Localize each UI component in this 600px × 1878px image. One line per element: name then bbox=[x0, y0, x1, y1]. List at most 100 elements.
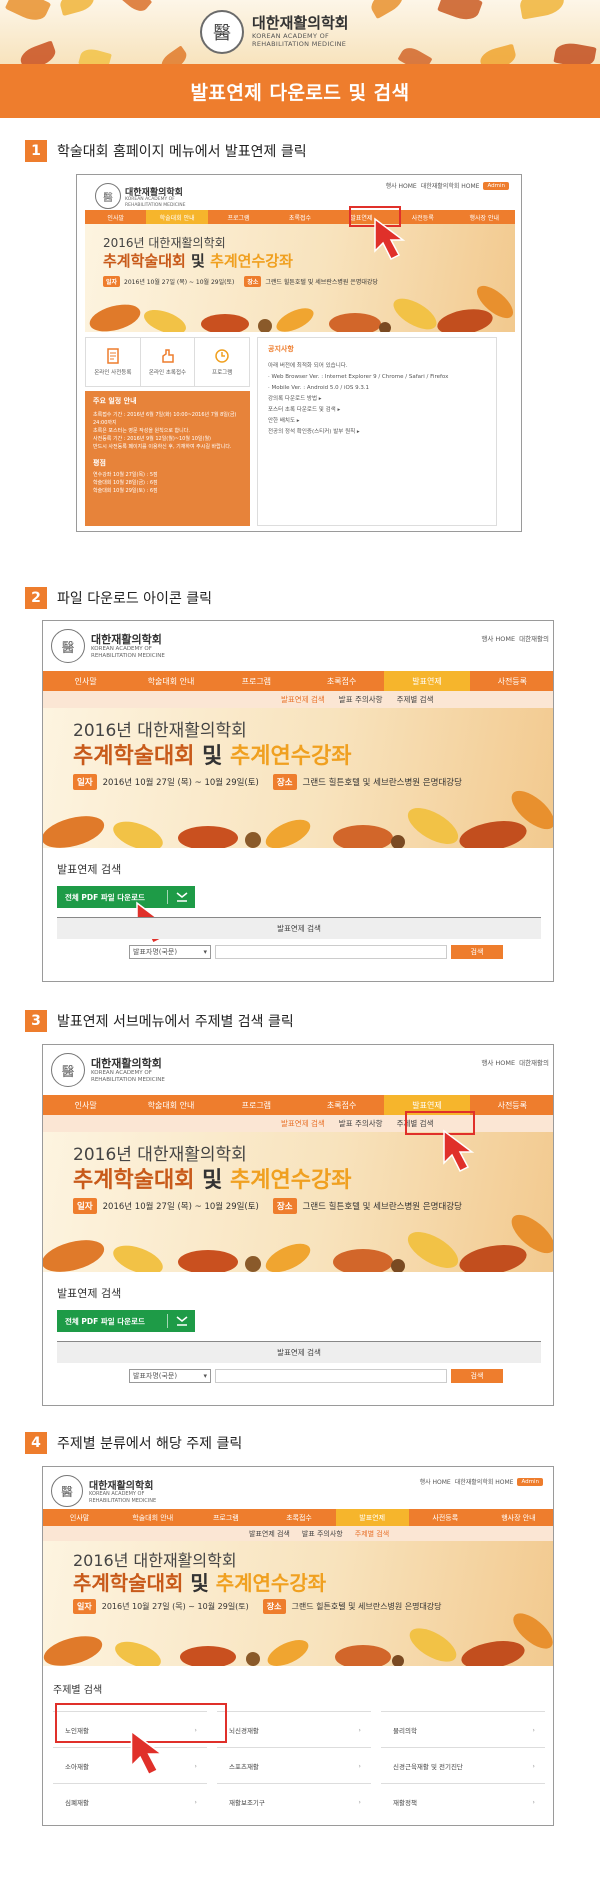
step-1: 1 학술대회 홈페이지 메뉴에서 발표연제 클릭 bbox=[25, 140, 307, 162]
notice-item: · Web Browser Ver. : Internet Explorer 9… bbox=[268, 374, 449, 380]
nav-program[interactable]: 프로그램 bbox=[214, 671, 299, 691]
download-all-pdf-button[interactable]: 전체 PDF 파일 다운로드 bbox=[57, 1310, 195, 1332]
nav-venue[interactable]: 행사장 안내 bbox=[482, 1509, 553, 1526]
subnav-presentation-search[interactable]: 발표연제 검색 bbox=[281, 1118, 325, 1129]
society-name: 대한재활의학회 bbox=[91, 633, 162, 646]
topic-item[interactable]: 스포츠재활 › bbox=[217, 1747, 371, 1783]
search-button[interactable]: 검색 bbox=[451, 1369, 503, 1383]
nav-greeting[interactable]: 인사말 bbox=[43, 671, 128, 691]
notice-item[interactable]: 아래 버전에 최적화 되어 있습니다. bbox=[268, 361, 486, 372]
chevron-right-icon: › bbox=[194, 1761, 197, 1770]
link-event-home[interactable]: 행사 HOME bbox=[420, 1477, 451, 1486]
topic-item[interactable]: 심폐재활 › bbox=[53, 1783, 207, 1819]
nav-greeting[interactable]: 인사말 bbox=[43, 1509, 116, 1526]
nav-program[interactable]: 프로그램 bbox=[208, 210, 269, 224]
subnav-notes[interactable]: 발표 주의사항 bbox=[339, 1118, 383, 1129]
step-number: 4 bbox=[25, 1432, 47, 1454]
search-input[interactable] bbox=[215, 945, 447, 959]
search-field-select[interactable]: 발표자명(국문) ▾ bbox=[129, 1369, 211, 1383]
nav-conference-info[interactable]: 학술대회 안내 bbox=[128, 671, 213, 691]
search-button[interactable]: 검색 bbox=[451, 945, 503, 959]
subnav-notes[interactable]: 발표 주의사항 bbox=[302, 1529, 343, 1539]
notice-item[interactable]: 안한 배치도 ▸ bbox=[268, 416, 486, 427]
subnav-topic-search[interactable]: 주제별 검색 bbox=[355, 1529, 389, 1539]
link-society-home[interactable]: 대한재활의 bbox=[519, 1057, 549, 1067]
hero-info: 일자 2016년 10월 27일 (목) ~ 10월 29일(토) 장소 그랜드 힐… bbox=[73, 1198, 462, 1214]
step-number: 2 bbox=[25, 587, 47, 609]
admin-button[interactable]: Admin bbox=[517, 1477, 543, 1486]
subnav-topic-search[interactable]: 주제별 검색 bbox=[397, 694, 434, 705]
nav-registration[interactable]: 사전등록 bbox=[409, 1509, 482, 1526]
step-2: 2 파일 다운로드 아이콘 클릭 bbox=[25, 587, 212, 609]
link-society-home[interactable]: 대한재활의학회 HOME bbox=[421, 181, 480, 190]
chevron-down-icon: ▾ bbox=[203, 1372, 207, 1380]
nav-presentations[interactable]: 발표연제 bbox=[384, 671, 470, 691]
step-text: 주제별 분류에서 해당 주제 클릭 bbox=[57, 1436, 243, 1452]
society-seal-icon: 醫 bbox=[51, 1053, 85, 1087]
nav-conference-info[interactable]: 학술대회 안내 bbox=[146, 210, 208, 224]
topic-item[interactable]: 재활보조기구 › bbox=[217, 1783, 371, 1819]
nav-greeting[interactable]: 인사말 bbox=[85, 210, 146, 224]
hero-title: 추계학술대회 및 추계연수강좌 bbox=[73, 1571, 327, 1595]
hero-banner: 2016년 대한재활의학회 추계학술대회 및 추계연수강좌 일자 2016년 10… bbox=[43, 1541, 553, 1666]
link-event-home[interactable]: 행사 HOME bbox=[481, 1057, 515, 1067]
download-label: 전체 PDF 파일 다운로드 bbox=[65, 1316, 145, 1326]
admin-button[interactable]: Admin bbox=[483, 181, 509, 190]
link-event-home[interactable]: 행사 HOME bbox=[386, 181, 417, 190]
nav-registration[interactable]: 사전등록 bbox=[470, 671, 553, 691]
utility-links: 행사 HOME 대한재활의 bbox=[481, 633, 549, 643]
hero-title: 추계학술대회 및 추계연수강좌 bbox=[103, 252, 293, 270]
main-nav: 인사말 학술대회 안내 프로그램 초록접수 발표연제 사전등록 행사장 안내 bbox=[85, 210, 515, 224]
quick-program[interactable]: 프로그램 bbox=[195, 338, 249, 386]
chevron-down-icon: ▾ bbox=[203, 948, 207, 956]
nav-registration[interactable]: 사전등록 bbox=[470, 1095, 553, 1115]
nav-program[interactable]: 프로그램 bbox=[214, 1095, 299, 1115]
notice-item[interactable]: 전공의 정석 확인증(스티커) 발부 원칙 ▸ bbox=[268, 427, 486, 438]
notice-item[interactable]: 강의록 다운로드 방법 ▸ bbox=[268, 394, 486, 405]
nav-abstract[interactable]: 초록접수 bbox=[262, 1509, 335, 1526]
quick-online-registration[interactable]: 온라인 사전등록 bbox=[86, 338, 141, 386]
quick-menu: 온라인 사전등록 온라인 초록접수 프로그램 bbox=[85, 337, 250, 387]
chevron-right-icon: › bbox=[532, 1761, 535, 1770]
society-name: 대한재활의학회 bbox=[91, 1057, 162, 1070]
search-input[interactable] bbox=[215, 1369, 447, 1383]
nav-abstract[interactable]: 초록접수 bbox=[269, 210, 330, 224]
step-number: 1 bbox=[25, 140, 47, 162]
table-header: 발표연제 검색 bbox=[57, 917, 541, 939]
society-name-en: KOREAN ACADEMY OF REHABILITATION MEDICINE bbox=[89, 1491, 157, 1504]
document-icon bbox=[107, 348, 119, 364]
link-society-home[interactable]: 대한재활의 bbox=[519, 633, 549, 643]
cursor-arrow-icon bbox=[130, 1729, 165, 1776]
hero-title: 추계학술대회 및 추계연수강좌 bbox=[73, 744, 352, 769]
search-field-select[interactable]: 발표자명(국문) ▾ bbox=[129, 945, 211, 959]
nav-greeting[interactable]: 인사말 bbox=[43, 1095, 128, 1115]
topic-item[interactable]: 뇌신경재활 › bbox=[217, 1711, 371, 1747]
link-society-home[interactable]: 대한재활의학회 HOME bbox=[455, 1477, 514, 1486]
subnav-presentation-search[interactable]: 발표연제 검색 bbox=[281, 694, 325, 705]
hero-banner: 2016년 대한재활의학회 추계학술대회 및 추계연수강좌 일자 2016년 10… bbox=[85, 224, 515, 332]
chevron-right-icon: › bbox=[358, 1761, 361, 1770]
section-title: 발표연제 검색 bbox=[57, 863, 122, 876]
nav-abstract[interactable]: 초록접수 bbox=[299, 1095, 384, 1115]
download-icon bbox=[167, 1314, 195, 1328]
nav-presentations[interactable]: 발표연제 bbox=[335, 1509, 409, 1526]
screenshot-2: 醫 대한재활의학회 KOREAN ACADEMY OF REHABILITATIO… bbox=[42, 620, 554, 982]
quick-online-abstract[interactable]: 온라인 초록접수 bbox=[141, 338, 196, 386]
society-name-en: KOREAN ACADEMY OF REHABILITATION MEDICINE bbox=[252, 32, 347, 48]
nav-conference-info[interactable]: 학술대회 안내 bbox=[116, 1509, 189, 1526]
nav-venue[interactable]: 행사장 안내 bbox=[454, 210, 515, 224]
section-title: 발표연제 검색 bbox=[57, 1287, 122, 1300]
nav-conference-info[interactable]: 학술대회 안내 bbox=[128, 1095, 213, 1115]
notice-item[interactable]: 포스터 초록 다운로드 및 검색 ▸ bbox=[268, 405, 486, 416]
subnav-presentation-search[interactable]: 발표연제 검색 bbox=[249, 1529, 290, 1539]
nav-abstract[interactable]: 초록접수 bbox=[299, 671, 384, 691]
society-name-en: KOREAN ACADEMY OF REHABILITATION MEDICINE bbox=[91, 1070, 165, 1083]
subnav-notes[interactable]: 발표 주의사항 bbox=[339, 694, 383, 705]
society-name-en: KOREAN ACADEMY OF REHABILITATION MEDICINE bbox=[125, 197, 186, 208]
topic-item[interactable]: 물리의학 › bbox=[381, 1711, 545, 1747]
nav-program[interactable]: 프로그램 bbox=[189, 1509, 262, 1526]
topic-item[interactable]: 신경근육재활 및 전기진단 › bbox=[381, 1747, 545, 1783]
topic-item[interactable]: 재활정책 › bbox=[381, 1783, 545, 1819]
link-event-home[interactable]: 행사 HOME bbox=[481, 633, 515, 643]
cursor-arrow-icon bbox=[374, 217, 406, 261]
